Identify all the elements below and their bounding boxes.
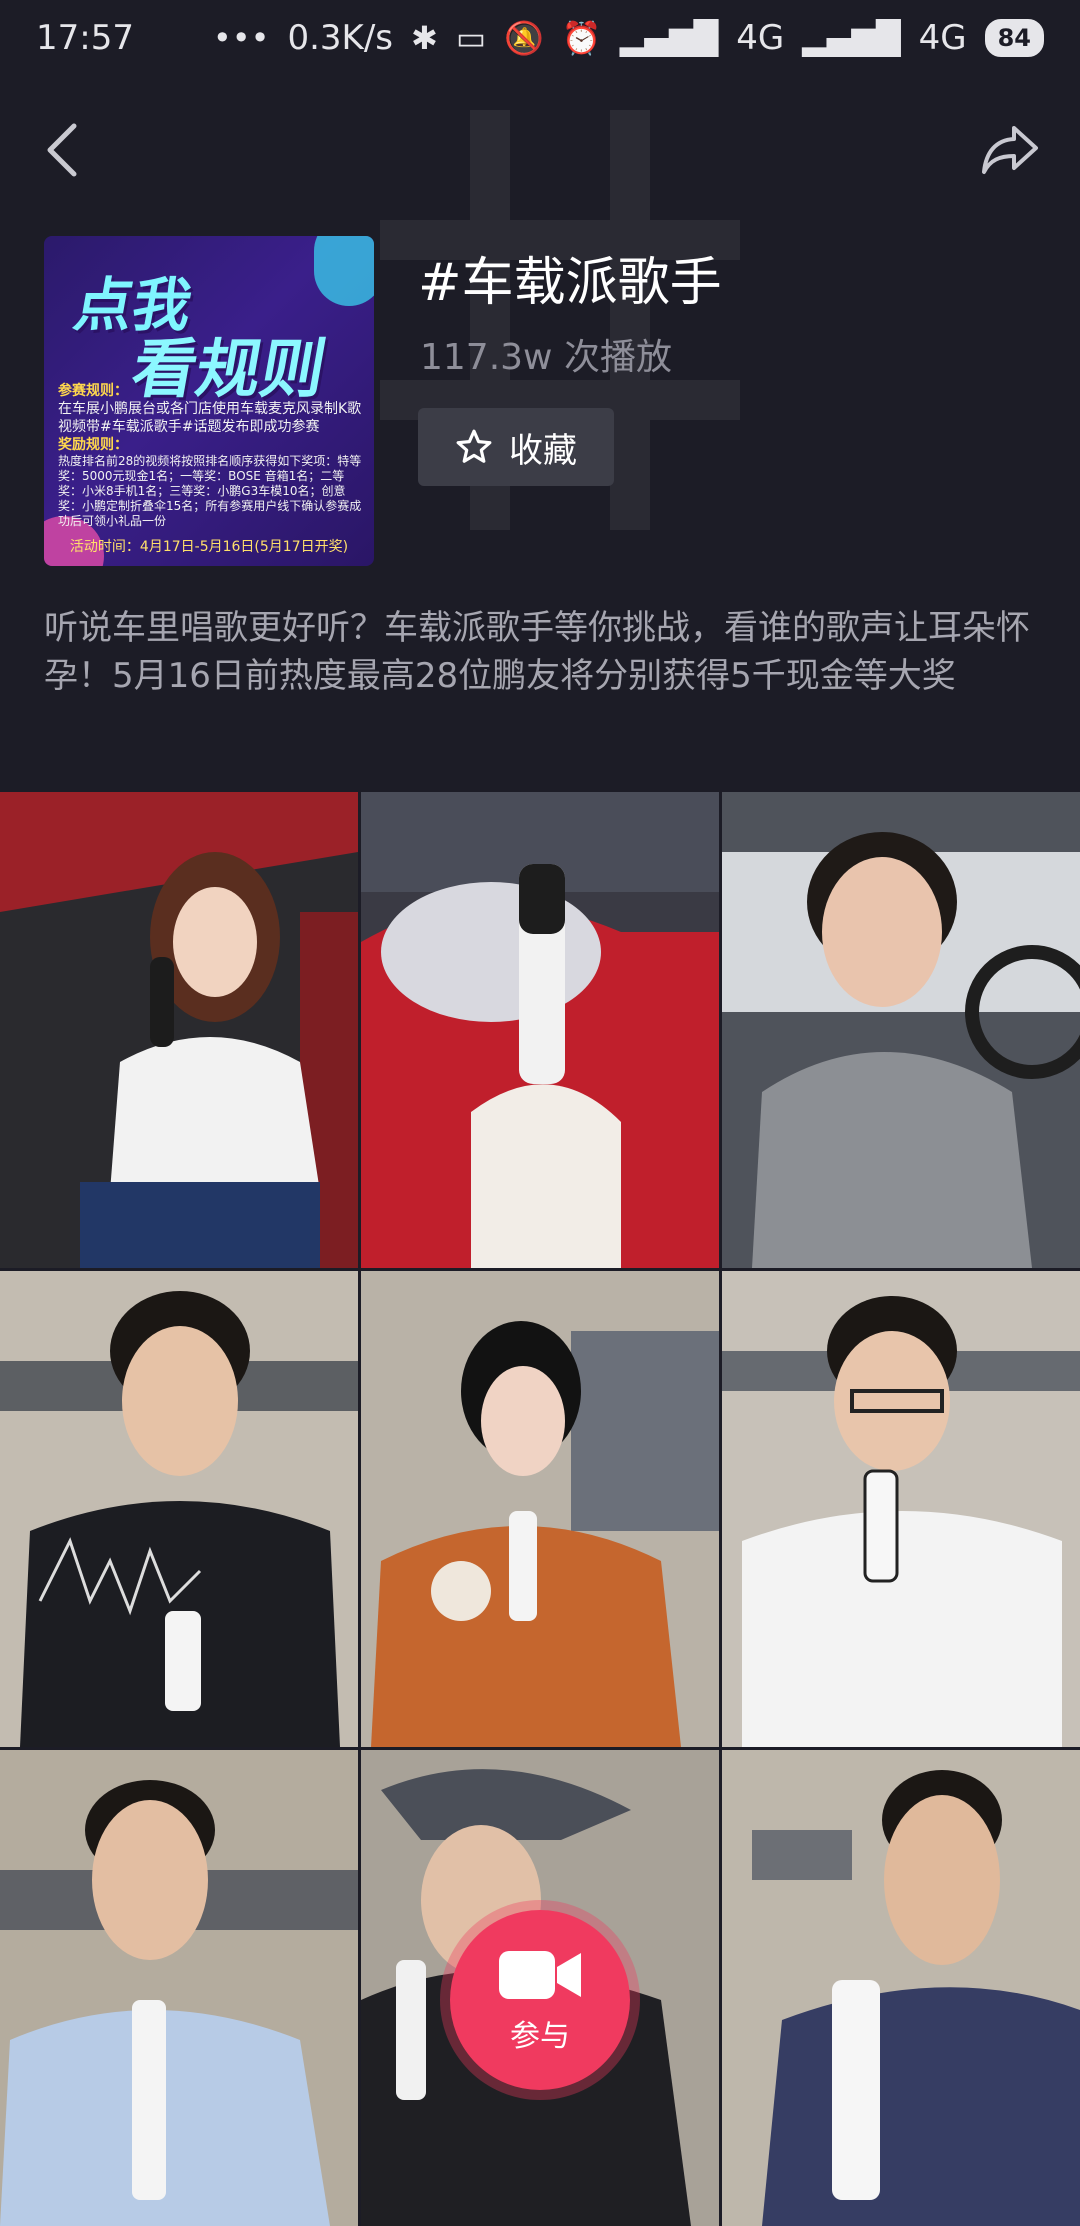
signal-icon-2: ▂▄▆█ bbox=[802, 19, 901, 57]
topic-description: 听说车里唱歌更好听？车载派歌手等你挑战，看谁的歌声让耳朵怀孕！5月16日前热度最… bbox=[44, 608, 1030, 696]
video-thumbnail-image bbox=[722, 1271, 1080, 1747]
alarm-icon: ⏰ bbox=[561, 19, 602, 57]
join-label: 参与 bbox=[510, 2019, 570, 2054]
video-thumbnail[interactable] bbox=[722, 1271, 1080, 1747]
status-time: 17:57 bbox=[36, 18, 134, 58]
video-thumbnail[interactable] bbox=[0, 1271, 358, 1747]
play-count: 117.3w 次播放 bbox=[420, 337, 672, 378]
video-thumbnail[interactable] bbox=[0, 1750, 358, 2226]
back-arrow-icon[interactable] bbox=[42, 120, 82, 180]
favorite-button[interactable]: 收藏 bbox=[418, 408, 614, 486]
video-thumbnail-image bbox=[0, 792, 358, 1268]
vibrate-icon: ▭ bbox=[455, 19, 487, 57]
status-icons: ••• 0.3K/s ✱ ▭ 🔕 ⏰ ▂▄▆█ 4G ▂▄▆█ 4G 84 bbox=[213, 18, 1044, 58]
top-nav bbox=[0, 100, 1080, 200]
signal-icon: ▂▄▆█ bbox=[619, 19, 719, 57]
share-arrow-icon[interactable] bbox=[980, 122, 1040, 178]
network-type-2: 4G bbox=[918, 18, 967, 58]
network-speed: 0.3K/s bbox=[287, 18, 394, 58]
more-dots-icon: ••• bbox=[212, 19, 270, 57]
topic-cover-image[interactable]: 点我 看规则 参赛规则： 在车展小鹏展台或各门店使用车载麦克风录制K歌视频带#车… bbox=[44, 236, 374, 566]
video-thumbnail-image bbox=[361, 1271, 719, 1747]
cover-title: 点我 看规则 bbox=[69, 271, 332, 407]
video-thumbnail[interactable] bbox=[0, 792, 358, 1268]
mute-icon: 🔕 bbox=[504, 19, 544, 57]
video-camera-icon bbox=[499, 1951, 581, 1999]
video-thumbnail[interactable] bbox=[722, 792, 1080, 1268]
video-thumbnail-image bbox=[722, 792, 1080, 1268]
video-thumbnail-image bbox=[0, 1271, 358, 1747]
video-thumbnail[interactable] bbox=[722, 1750, 1080, 2226]
favorite-label: 收藏 bbox=[509, 430, 577, 471]
join-button[interactable]: 参与 bbox=[450, 1910, 630, 2090]
video-thumbnail[interactable] bbox=[361, 792, 719, 1268]
battery-indicator: 84 bbox=[984, 19, 1044, 57]
video-thumbnail-image bbox=[361, 792, 719, 1268]
video-thumbnail-image bbox=[0, 1750, 358, 2226]
star-icon bbox=[456, 429, 492, 463]
topic-title: #车载派歌手 bbox=[418, 253, 722, 313]
network-type-1: 4G bbox=[736, 18, 785, 58]
video-thumbnail[interactable] bbox=[361, 1271, 719, 1747]
bluetooth-icon: ✱ bbox=[411, 19, 438, 57]
cover-rules-text: 参赛规则： 在车展小鹏展台或各门店使用车载麦克风录制K歌视频带#车载派歌手#话题… bbox=[58, 383, 362, 528]
video-thumbnail-image bbox=[722, 1750, 1080, 2226]
cover-time: 活动时间：4月17日-5月16日(5月17日开奖) bbox=[69, 539, 349, 555]
status-bar: 17:57 ••• 0.3K/s ✱ ▭ 🔕 ⏰ ▂▄▆█ 4G ▂▄▆█ 4G… bbox=[0, 0, 1080, 76]
